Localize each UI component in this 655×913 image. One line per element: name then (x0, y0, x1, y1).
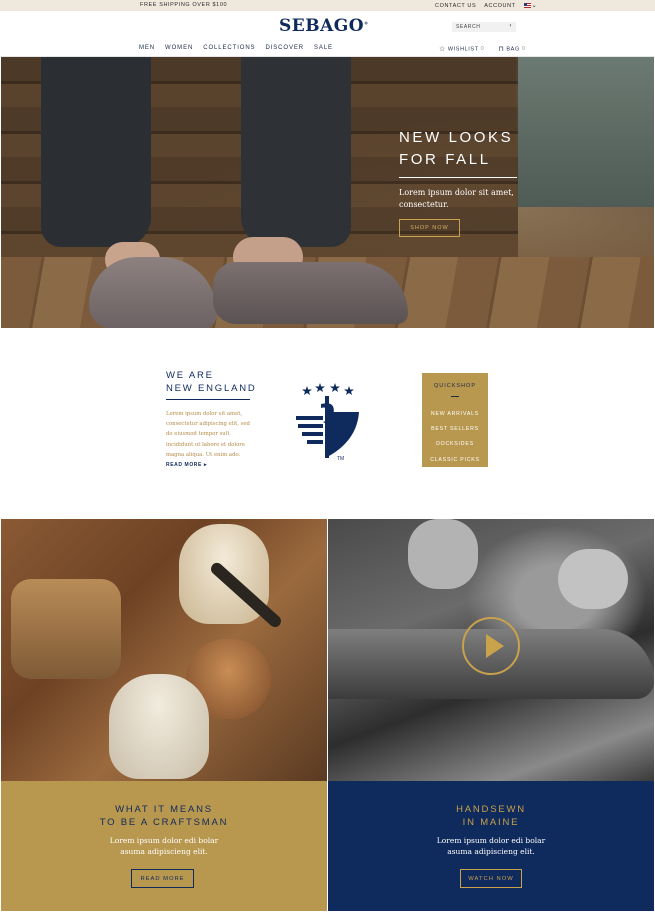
bag-label: BAG (506, 46, 520, 53)
quickshop-classic-picks[interactable]: CLASSIC PICKS (422, 453, 488, 468)
hero-leg-left (41, 57, 151, 247)
video-hand-left (408, 519, 478, 589)
read-more-button[interactable]: READ MORE (131, 869, 194, 888)
handsewn-title: HANDSEWN IN MAINE (328, 803, 654, 829)
tools-can (11, 579, 121, 679)
craftsman-title-line2: TO BE A CRAFTSMAN (99, 817, 229, 828)
quickshop-panel: QUICKSHOP NEW ARRIVALS BEST SELLERS DOCK… (422, 373, 488, 467)
intro-body: Lorem ipsum dolor sit amet, consectetur … (166, 411, 250, 458)
quickshop-docksides[interactable]: DOCKSIDES (422, 437, 488, 452)
watch-now-button[interactable]: WATCH NOW (460, 869, 522, 888)
nav-item-sale[interactable]: SALE (314, 45, 333, 51)
handsewn-body: Lorem ipsum dolor edi bolar asuma adipisc… (328, 835, 654, 857)
hero-text-block: NEW LOOKS FOR FALL Lorem ipsum dolor sit … (399, 127, 517, 211)
bag-link[interactable]: ⊓ BAG 0 (498, 45, 525, 53)
hero-title: NEW LOOKS FOR FALL (399, 127, 517, 171)
country-selector[interactable]: ⌄ (523, 2, 538, 9)
intro-divider (166, 399, 250, 400)
hero-leg-right (241, 57, 351, 247)
site-header: SEBAGO® SEARCH › MEN WOMEN COLLECTIONS D… (0, 11, 655, 57)
nav-item-men[interactable]: MEN (139, 45, 155, 51)
account-link[interactable]: ACCOUNT (484, 3, 515, 9)
quickshop-title: QUICKSHOP (433, 383, 476, 389)
quickshop-new-arrivals[interactable]: NEW ARRIVALS (422, 407, 488, 422)
video-hand-right (558, 549, 628, 609)
wishlist-count: 0 (480, 46, 485, 53)
free-shipping-text: FREE SHIPPING OVER $100 (140, 2, 228, 8)
header-utilities: ☆ WISHLIST 0 ⊓ BAG 0 (439, 45, 526, 53)
wishlist-label: WISHLIST (447, 46, 479, 53)
hero-shoe-right (213, 262, 408, 324)
intro-title-line2: NEW ENGLAND (166, 383, 257, 394)
handsewn-panel: HANDSEWN IN MAINE Lorem ipsum dolor edi b… (328, 781, 654, 911)
handsewn-title-line1: HANDSEWN (456, 804, 526, 815)
hero-title-line2: FOR FALL (399, 151, 491, 168)
tools-jar-bottom (109, 674, 209, 779)
hero-subtitle: Lorem ipsum dolor sit amet, consectetur. (399, 188, 514, 209)
wishlist-link[interactable]: ☆ WISHLIST 0 (439, 45, 484, 53)
craftsman-panel: WHAT IT MEANS TO BE A CRAFTSMAN Lorem ips… (1, 781, 327, 911)
sebago-emblem-icon: TM (296, 383, 359, 462)
nav-item-collections[interactable]: COLLECTIONS (203, 45, 255, 51)
hero-divider (399, 177, 517, 178)
search-input[interactable]: SEARCH › (452, 22, 516, 32)
craftsman-body: Lorem ipsum dolor edi bolar asuma adipisc… (1, 835, 327, 857)
sebago-logo[interactable]: SEBAGO® (279, 16, 369, 36)
top-utility-bar: FREE SHIPPING OVER $100 CONTACT US ACCOU… (0, 0, 655, 11)
bag-count: 0 (521, 46, 526, 53)
intro-title: WE ARE NEW ENGLAND (166, 369, 257, 395)
search-arrow-icon[interactable]: › (509, 23, 512, 29)
quickshop-best-sellers[interactable]: BEST SELLERS (422, 422, 488, 437)
quickshop-divider (451, 396, 459, 397)
search-placeholder: SEARCH (456, 24, 481, 30)
nav-item-women[interactable]: WOMEN (165, 45, 193, 51)
craftsman-body-line2: asuma adipiscieng elit. (120, 847, 208, 856)
hero-background-wall (516, 57, 654, 207)
chevron-down-icon: ⌄ (531, 3, 538, 9)
nav-item-discover[interactable]: DISCOVER (265, 45, 304, 51)
craftsman-title-line1: WHAT IT MEANS (115, 804, 213, 815)
logo-text: SEBAGO (279, 16, 365, 36)
craftsman-title: WHAT IT MEANS TO BE A CRAFTSMAN (1, 803, 327, 829)
main-nav: MEN WOMEN COLLECTIONS DISCOVER SALE (139, 45, 333, 51)
star-icon: ☆ (439, 46, 446, 53)
contact-us-link[interactable]: CONTACT US (435, 3, 476, 9)
bag-icon: ⊓ (498, 46, 505, 53)
handsewn-body-line2: asuma adipiscieng elit. (447, 847, 535, 856)
us-flag-icon (523, 3, 531, 9)
handsewn-title-line2: IN MAINE (462, 817, 520, 828)
handsewn-body-line1: Lorem ipsum dolor edi bolar (436, 836, 546, 845)
craftsman-body-line1: Lorem ipsum dolor edi bolar (109, 836, 219, 845)
hero-banner (1, 57, 654, 328)
shop-now-button[interactable]: SHOP NOW (399, 219, 460, 237)
read-more-link[interactable]: READ MORE ▸ (166, 462, 207, 468)
hero-title-line1: NEW LOOKS (399, 129, 514, 146)
play-video-icon[interactable] (462, 617, 520, 675)
craftsman-tools-image (1, 519, 327, 781)
intro-title-line1: WE ARE (166, 370, 214, 381)
emblem-tm: TM (337, 456, 344, 462)
top-links: CONTACT US ACCOUNT ⌄ (435, 2, 538, 10)
